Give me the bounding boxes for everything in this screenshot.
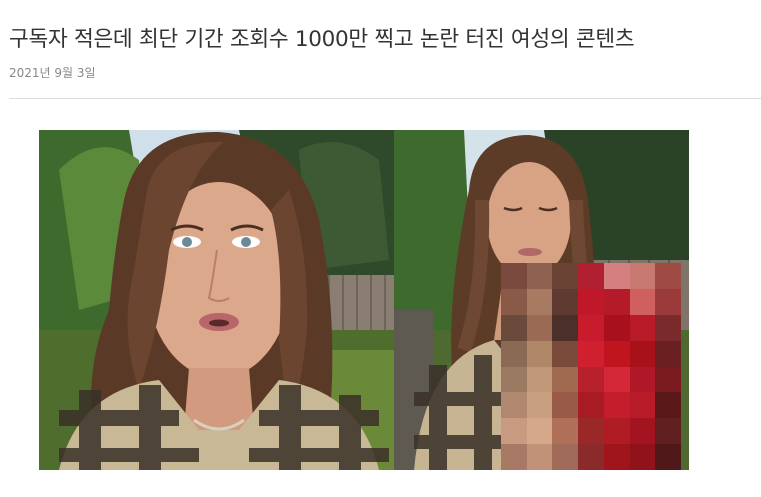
photo-left-panel (39, 130, 394, 470)
mosaic-tile (655, 392, 681, 419)
mosaic-tile (655, 444, 681, 470)
mosaic-tile (655, 314, 681, 341)
mosaic-tile (578, 418, 604, 445)
article-date: 2021년 9월 3일 (9, 66, 96, 80)
mosaic-tile (526, 418, 553, 445)
mosaic-tile (629, 314, 656, 341)
mosaic-tile (603, 366, 630, 393)
mosaic-tile (629, 288, 656, 315)
mosaic-tile (578, 288, 604, 315)
mosaic-tile (501, 392, 527, 419)
mosaic-tile (501, 418, 527, 445)
mosaic-tile (655, 418, 681, 445)
mosaic-tile (629, 444, 656, 470)
mosaic-tile (526, 366, 553, 393)
mosaic-tile (578, 366, 604, 393)
mosaic-tile (552, 288, 579, 315)
mosaic-tile (629, 392, 656, 419)
mosaic-tile (578, 340, 604, 367)
mosaic-tile (655, 263, 681, 289)
mosaic-tile (526, 314, 553, 341)
mosaic-tile (603, 418, 630, 445)
mosaic-tile (552, 392, 579, 419)
mosaic-tile (655, 366, 681, 393)
mosaic-tile (578, 392, 604, 419)
mosaic-tile (501, 366, 527, 393)
mosaic-tile (603, 340, 630, 367)
mosaic-tile (526, 263, 553, 289)
mosaic-tile (552, 314, 579, 341)
title-divider (9, 98, 761, 99)
mosaic-tile (501, 263, 527, 289)
mosaic-tile (501, 340, 527, 367)
article-title: 구독자 적은데 최단 기간 조회수 1000만 찍고 논란 터진 여성의 콘텐츠 (9, 27, 635, 52)
mosaic-tile (629, 263, 656, 289)
mosaic-tile (629, 340, 656, 367)
mosaic-tile (603, 314, 630, 341)
mosaic-tile (501, 444, 527, 470)
mosaic-tile (552, 444, 579, 470)
mosaic-tile (578, 314, 604, 341)
mosaic-tile (603, 444, 630, 470)
mosaic-tile (552, 366, 579, 393)
mosaic-tile (578, 263, 604, 289)
mosaic-tile (578, 444, 604, 470)
mosaic-tile (629, 366, 656, 393)
mosaic-tile (552, 263, 579, 289)
mosaic-tile (655, 288, 681, 315)
mosaic-tile (552, 418, 579, 445)
mosaic-tile (629, 418, 656, 445)
pixelated-censor-mosaic (501, 263, 681, 470)
mosaic-tile (526, 392, 553, 419)
mosaic-tile (501, 288, 527, 315)
mosaic-tile (552, 340, 579, 367)
mosaic-tile (526, 444, 553, 470)
mosaic-tile (526, 340, 553, 367)
mosaic-tile (603, 392, 630, 419)
mosaic-tile (603, 263, 630, 289)
mosaic-tile (501, 314, 527, 341)
mosaic-tile (655, 340, 681, 367)
mosaic-tile (526, 288, 553, 315)
mosaic-tile (603, 288, 630, 315)
